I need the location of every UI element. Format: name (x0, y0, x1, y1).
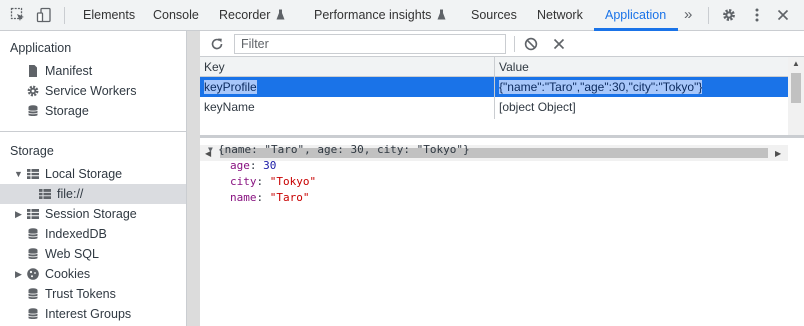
row-key-cell: keyProfile (200, 77, 257, 97)
flask-icon (437, 9, 446, 20)
property-colon: : (249, 159, 264, 172)
tab-recorder[interactable]: Recorder (219, 0, 285, 31)
preview-property: city: "Tokyo" (230, 174, 316, 190)
sidebar-heading-application: Application (10, 41, 72, 55)
expand-arrow-down-icon[interactable]: ▼ (14, 169, 23, 179)
vertical-scroll-thumb[interactable] (791, 73, 801, 103)
property-value: "Taro" (269, 191, 310, 204)
tab-performance-insights-label: Performance insights (314, 8, 432, 22)
property-colon: : (256, 191, 270, 204)
sidebar-item-label: file:// (57, 187, 84, 201)
toolbar-separator (708, 7, 709, 24)
vertical-scrollbar[interactable]: ▲ (788, 57, 804, 135)
row-value-cell: {"name":"Taro","age":30,"city":"Tokyo"} (495, 77, 703, 97)
tab-elements[interactable]: Elements (83, 0, 135, 31)
tab-recorder-label: Recorder (219, 8, 271, 22)
property-key: city (230, 175, 257, 188)
filter-input[interactable] (234, 34, 506, 54)
kebab-menu-icon[interactable] (749, 7, 765, 23)
gear-icon (27, 85, 39, 97)
sidebar-item-label: Trust Tokens (45, 287, 116, 301)
grid-icon (27, 169, 39, 179)
inspect-element-icon[interactable] (10, 7, 26, 23)
sidebar-divider (0, 131, 186, 132)
preview-property: name: "Taro" (230, 190, 310, 206)
sidebar-splitter[interactable] (186, 31, 200, 326)
tab-performance-insights[interactable]: Performance insights (314, 0, 446, 31)
row-key-text: keyProfile (204, 80, 257, 94)
grid-icon (27, 209, 39, 219)
sidebar-item-label: Manifest (45, 64, 93, 78)
database-icon (28, 228, 38, 240)
row-value-cell: [object Object] (499, 100, 576, 114)
database-icon (28, 308, 38, 320)
sidebar: Application Manifest Service Workers Sto… (0, 31, 186, 326)
device-toggle-icon[interactable] (36, 7, 52, 23)
settings-gear-icon[interactable] (721, 7, 737, 23)
key-value-table: Key Value keyProfile {"name":"Taro","age… (200, 57, 788, 161)
scroll-right-arrow-icon[interactable]: ▶ (775, 149, 781, 158)
property-value: "Tokyo" (269, 175, 317, 188)
expand-arrow-right-icon[interactable]: ▶ (15, 269, 22, 280)
expand-arrow-right-icon[interactable]: ▶ (15, 209, 22, 220)
database-icon (28, 288, 38, 300)
sidebar-item-label: Session Storage (45, 207, 137, 221)
sidebar-item-label: Storage (45, 104, 89, 118)
sidebar-item-label: Web SQL (45, 247, 99, 261)
grid-icon (39, 189, 51, 199)
preview-summary[interactable]: {name: "Taro", age: 30, city: "Tokyo"} (218, 142, 470, 158)
sidebar-item-label: Interest Groups (45, 307, 132, 321)
block-icon[interactable] (523, 36, 539, 52)
sidebar-selection-highlight (0, 184, 186, 204)
row-value-text: {"name":"Taro","age":30,"city":"Tokyo"} (499, 80, 703, 94)
property-key: name (230, 191, 257, 204)
tab-network[interactable]: Network (537, 0, 583, 31)
database-icon (28, 248, 38, 260)
flask-icon (276, 9, 285, 20)
column-header-value[interactable]: Value (495, 57, 529, 77)
refresh-icon[interactable] (209, 36, 225, 52)
tab-application[interactable]: Application (605, 0, 666, 31)
more-tabs-icon[interactable]: » (684, 0, 692, 31)
sidebar-item-label: IndexedDB (45, 227, 107, 241)
document-icon (29, 65, 37, 77)
close-icon[interactable] (775, 7, 791, 23)
tab-console[interactable]: Console (153, 0, 199, 31)
storage-panel: Key Value keyProfile {"name":"Taro","age… (200, 31, 804, 326)
storage-toolbar (200, 31, 804, 57)
property-key: age (230, 159, 250, 172)
database-icon (28, 105, 38, 117)
property-value: 30 (263, 159, 277, 172)
panel-splitter[interactable] (200, 135, 804, 138)
devtools-tab-bar: Elements Console Recorder Performance in… (0, 0, 804, 31)
column-header-key[interactable]: Key (200, 57, 225, 77)
toolbar-separator (514, 36, 515, 52)
tab-sources[interactable]: Sources (471, 0, 517, 31)
property-colon: : (256, 175, 270, 188)
toolbar-separator (64, 7, 65, 24)
sidebar-item-label: Cookies (45, 267, 91, 281)
delete-selected-icon[interactable] (551, 36, 567, 52)
sidebar-heading-storage: Storage (10, 144, 54, 158)
sidebar-item-label: Service Workers (45, 84, 137, 98)
sidebar-item-label: Local Storage (45, 167, 123, 181)
scroll-up-arrow-icon[interactable]: ▲ (792, 59, 800, 68)
row-key-cell: keyName (204, 100, 255, 114)
cookie-icon (27, 268, 39, 280)
preview-property: age: 30 (230, 158, 276, 174)
column-divider[interactable] (494, 57, 495, 119)
expand-arrow-down-icon[interactable]: ▼ (208, 142, 213, 158)
